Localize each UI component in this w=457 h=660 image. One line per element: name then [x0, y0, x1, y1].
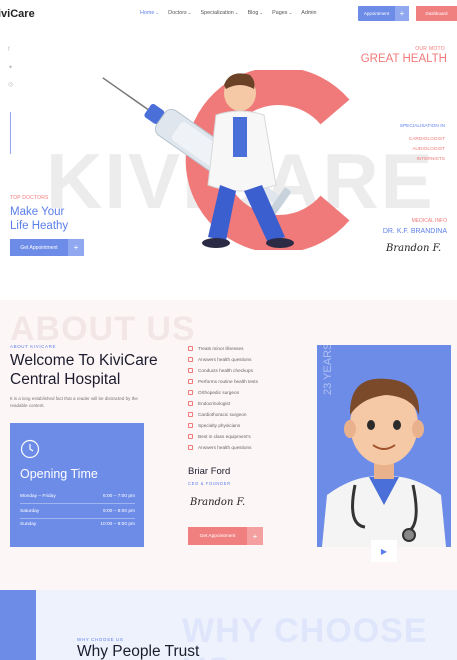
- about-title: Welcome To KiviCare Central Hospital: [10, 352, 158, 388]
- document-icon: [188, 357, 193, 362]
- divider: [20, 518, 135, 519]
- nav-pages[interactable]: Pages⌄: [272, 10, 292, 16]
- years-badge: 23 YEARS: [322, 342, 334, 395]
- nav-specialization[interactable]: Specialization⌄: [201, 10, 239, 16]
- clock-icon: [20, 439, 40, 459]
- chevron-down-icon: ⌄: [155, 10, 160, 15]
- doctor-name: DR. K.F. BRANDINA: [382, 228, 447, 235]
- about-description: It is a long established fact that a rea…: [10, 396, 138, 408]
- chevron-down-icon: ⌄: [259, 10, 264, 15]
- document-icon: [188, 390, 193, 395]
- divider: [20, 503, 135, 504]
- play-icon: ▶: [380, 546, 388, 556]
- document-icon: [188, 379, 193, 384]
- service-item: Orthopedic surgeon: [188, 390, 239, 395]
- get-appointment-button[interactable]: Get Appointment +: [10, 239, 84, 256]
- why-label: WHY CHOOSE US: [77, 637, 124, 642]
- nav-home[interactable]: Home⌄: [140, 10, 159, 16]
- document-icon: [188, 434, 193, 439]
- document-icon: [188, 401, 193, 406]
- moto-label: OUR MOTO: [415, 46, 445, 52]
- document-icon: [188, 445, 193, 450]
- medical-info-label: MEDICAL INFO: [411, 218, 447, 224]
- moto-title: GREAT HEALTH: [360, 53, 447, 65]
- plus-icon: +: [247, 527, 263, 545]
- chevron-down-icon: ⌄: [234, 10, 239, 15]
- document-icon: [188, 412, 193, 417]
- chevron-down-icon: ⌄: [187, 10, 192, 15]
- nav-admin[interactable]: Admin: [301, 10, 316, 16]
- play-button[interactable]: ▶: [371, 540, 397, 562]
- hours-row: Saturday 9:00 – 8:00 pm: [20, 509, 135, 514]
- service-item: Best in class equipment's: [188, 434, 251, 439]
- specialisation-item: CARDIOLOGIST: [408, 137, 445, 142]
- service-item: Specialty physicians: [188, 423, 240, 428]
- signature: Brandon F.: [386, 243, 442, 254]
- nav-doctors[interactable]: Doctors⌄: [168, 10, 191, 16]
- opening-time-card: Opening Time Monday – Friday 6:00 – 7:00…: [10, 423, 144, 547]
- service-item: Conducts health checkups: [188, 368, 253, 373]
- service-item: Performs routine health tests: [188, 379, 258, 384]
- about-label: ABOUT KIVICARE: [10, 344, 57, 349]
- service-item: Treats minor illnesses: [188, 346, 243, 351]
- about-appointment-button[interactable]: Get Appointment +: [188, 527, 263, 545]
- document-icon: [188, 346, 193, 351]
- nav-blog[interactable]: Blog⌄: [248, 10, 264, 16]
- chevron-down-icon: ⌄: [288, 10, 293, 15]
- service-item: Answers health questions: [188, 357, 251, 362]
- site-logo[interactable]: iviCare: [0, 8, 35, 20]
- twitter-icon[interactable]: ✦: [8, 64, 13, 71]
- founder-name: Briar Ford: [188, 466, 231, 477]
- plus-icon: +: [395, 6, 409, 21]
- hours-row: Sunday 10:00 – 9:00 pm: [20, 522, 135, 527]
- facebook-icon[interactable]: f: [8, 47, 10, 53]
- specialisation-item: AUDIOLOGIST: [412, 147, 445, 152]
- hero-title: Make Your Life Heathy: [10, 206, 69, 232]
- service-item: Cardiothoracic surgeon: [188, 412, 246, 417]
- why-watermark: WHY CHOOSE US: [182, 612, 428, 660]
- document-icon: [188, 368, 193, 373]
- top-doctors-label: TOP DOCTORS: [10, 195, 49, 201]
- founder-role: CEO & FOUNDER: [188, 481, 231, 486]
- founder-signature: Brandon F.: [190, 497, 246, 508]
- hero-divider: [10, 112, 11, 154]
- hours-row: Monday – Friday 6:00 – 7:00 pm: [20, 494, 135, 499]
- instagram-icon[interactable]: ◎: [8, 81, 13, 88]
- doctor-photo-card: [317, 345, 451, 547]
- main-nav: Home⌄ Doctors⌄ Specialization⌄ Blog⌄ Pag…: [140, 10, 317, 16]
- site-header: iviCare Home⌄ Doctors⌄ Specialization⌄ B…: [0, 0, 457, 30]
- opening-time-title: Opening Time: [20, 467, 98, 481]
- why-title: Why People Trust: [77, 643, 200, 660]
- document-icon: [188, 423, 193, 428]
- doctor-portrait: [322, 378, 446, 547]
- doctor-syringe-illustration: [102, 73, 294, 248]
- specialisation-label: SPECIALISATION IN: [399, 124, 445, 129]
- service-item: Answers health questions: [188, 445, 251, 450]
- dashboard-button[interactable]: Dashboard: [416, 6, 457, 21]
- service-item: Endocrinologist: [188, 401, 230, 406]
- specialisation-item: INTERNISTS: [416, 157, 445, 162]
- plus-icon: +: [68, 239, 84, 256]
- appointment-button[interactable]: Appointment +: [358, 6, 409, 21]
- why-accent-bar: [0, 590, 36, 660]
